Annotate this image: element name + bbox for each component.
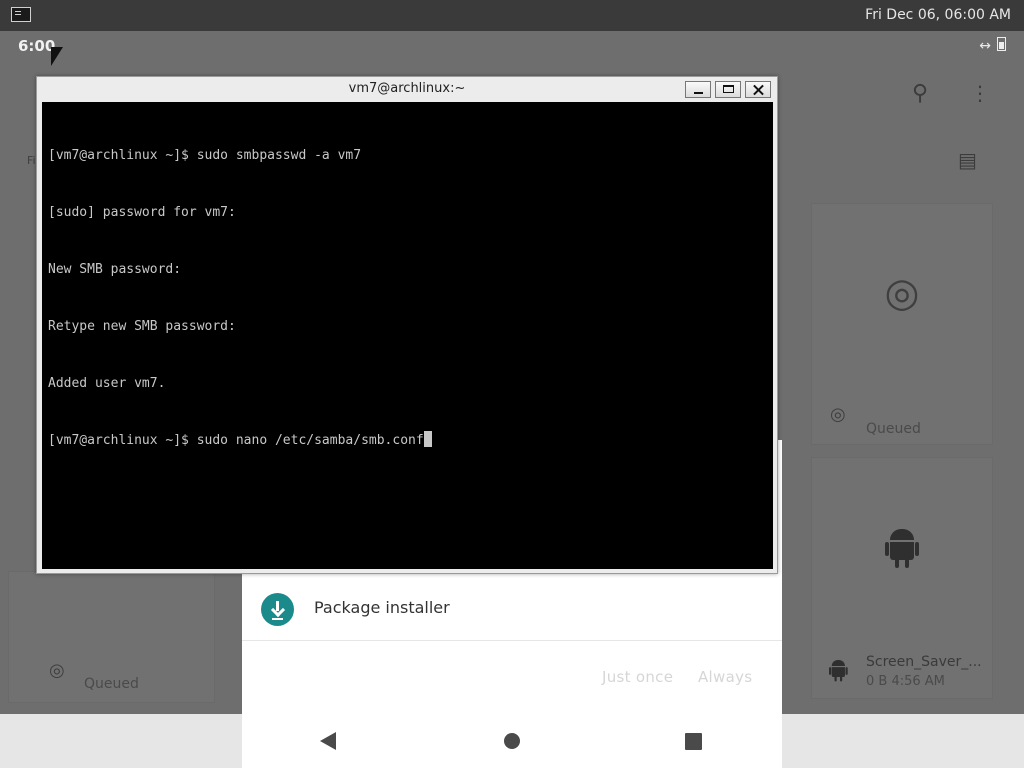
- fingerprint-icon: ◎: [49, 660, 65, 681]
- terminal-window[interactable]: vm7@archlinux:~ [vm7@archlinux ~]$ sudo …: [36, 76, 778, 574]
- close-button[interactable]: [745, 81, 771, 98]
- desktop-top-panel: Fri Dec 06, 06:00 AM: [0, 0, 1024, 31]
- download-icon: [261, 593, 294, 626]
- file-status: Queued: [866, 421, 921, 437]
- just-once-button[interactable]: Just once: [602, 668, 673, 686]
- chooser-item-label: Package installer: [314, 598, 450, 617]
- chooser-item-package-installer[interactable]: Package installer: [242, 578, 782, 641]
- status-icons: ↔: [979, 37, 1006, 54]
- terminal-command: [vm7@archlinux ~]$ sudo nano /etc/samba/…: [48, 433, 424, 448]
- file-card[interactable]: ◎ Queued: [8, 571, 215, 703]
- more-vert-icon[interactable]: ⋮: [970, 81, 990, 105]
- android-icon: [885, 529, 919, 569]
- mouse-pointer-icon: [51, 47, 63, 66]
- text-cursor: [423, 431, 432, 447]
- terminal-icon[interactable]: [11, 7, 31, 22]
- data-transfer-icon: ↔: [979, 38, 991, 54]
- battery-icon: [997, 37, 1006, 51]
- minimize-button[interactable]: [685, 81, 711, 98]
- fingerprint-icon: ◎: [830, 404, 846, 425]
- panel-clock[interactable]: Fri Dec 06, 06:00 AM: [865, 7, 1011, 23]
- terminal-line: Retype new SMB password:: [48, 319, 236, 334]
- terminal-line: [vm7@archlinux ~]$ sudo smbpasswd -a vm7: [48, 148, 362, 163]
- terminal-prompt-line[interactable]: [vm7@archlinux ~]$ sudo nano /etc/samba/…: [48, 431, 432, 450]
- list-view-icon[interactable]: ▤: [958, 148, 977, 172]
- home-icon[interactable]: [504, 733, 520, 749]
- recents-icon[interactable]: [685, 733, 702, 750]
- fingerprint-icon: ◎: [884, 270, 920, 316]
- window-title: vm7@archlinux:~: [348, 81, 466, 96]
- android-icon: [829, 660, 848, 682]
- terminal-line: Added user vm7.: [48, 376, 166, 391]
- status-time: 6:00: [18, 37, 56, 55]
- file-status: Queued: [84, 676, 139, 692]
- always-button[interactable]: Always: [698, 668, 752, 686]
- file-meta: 0 B 4:56 AM: [866, 674, 945, 689]
- search-icon[interactable]: ⚲: [912, 81, 928, 106]
- partial-label: Fi: [27, 154, 36, 167]
- file-name: Screen_Saver_...: [866, 654, 982, 670]
- terminal-line: New SMB password:: [48, 262, 182, 277]
- terminal-output: [vm7@archlinux ~]$ sudo smbpasswd -a vm7…: [48, 108, 432, 488]
- file-card[interactable]: Screen_Saver_... 0 B 4:56 AM: [811, 457, 993, 699]
- terminal-screen[interactable]: [vm7@archlinux ~]$ sudo smbpasswd -a vm7…: [42, 102, 773, 569]
- file-card[interactable]: ◎ ◎ Queued: [811, 203, 993, 445]
- back-icon[interactable]: [320, 732, 336, 750]
- terminal-line: [sudo] password for vm7:: [48, 205, 236, 220]
- maximize-button[interactable]: [715, 81, 741, 98]
